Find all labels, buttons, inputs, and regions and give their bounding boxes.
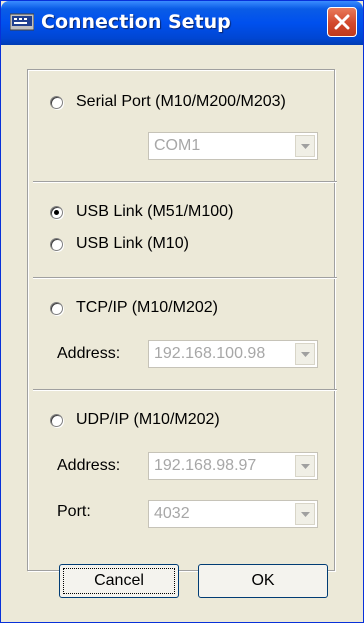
serial-port-value: COM1 — [154, 137, 201, 154]
close-button[interactable] — [327, 7, 357, 37]
usb-link-m51-radio[interactable]: USB Link (M51/M100) — [50, 203, 300, 225]
close-icon — [334, 14, 350, 30]
dropdown-button[interactable] — [295, 455, 315, 477]
udp-port-combo[interactable]: 4032 — [148, 500, 318, 528]
tcp-address-combo[interactable]: 192.168.100.98 — [148, 340, 318, 368]
separator — [33, 181, 337, 183]
title-bar[interactable]: Connection Setup — [1, 1, 363, 45]
cancel-button-label: Cancel — [94, 572, 144, 589]
tcp-ip-label: TCP/IP (M10/M202) — [76, 299, 218, 316]
chevron-down-icon — [301, 352, 310, 357]
dropdown-button[interactable] — [295, 343, 315, 365]
dropdown-button[interactable] — [295, 135, 315, 157]
udp-ip-radio-button[interactable] — [50, 414, 63, 427]
separator — [33, 277, 337, 279]
radio-selected-dot — [54, 210, 59, 215]
usb-link-m10-radio-button[interactable] — [50, 238, 63, 251]
udp-port-value: 4032 — [154, 505, 190, 522]
ok-button-label: OK — [251, 572, 275, 589]
tcp-address-value: 192.168.100.98 — [154, 345, 266, 362]
udp-address-value: 192.168.98.97 — [154, 457, 257, 474]
usb-link-m51-label: USB Link (M51/M100) — [76, 203, 234, 220]
dialog-body: Serial Port (M10/M200/M203) COM1 USB Lin… — [5, 45, 359, 620]
chevron-down-icon — [301, 464, 310, 469]
cancel-button[interactable]: Cancel — [59, 564, 179, 598]
dropdown-button[interactable] — [295, 503, 315, 525]
tcp-ip-radio-button[interactable] — [50, 302, 63, 315]
connection-setup-window: Connection Setup Serial Port (M10/M200/M… — [0, 0, 364, 623]
udp-ip-label: UDP/IP (M10/M202) — [76, 411, 220, 428]
network-app-icon — [9, 13, 35, 31]
udp-ip-radio[interactable]: UDP/IP (M10/M202) — [50, 411, 280, 433]
udp-address-label: Address: — [57, 457, 121, 474]
serial-port-combo[interactable]: COM1 — [148, 132, 318, 160]
serial-port-radio[interactable]: Serial Port (M10/M200/M203) — [50, 93, 340, 115]
serial-port-radio-button[interactable] — [50, 96, 63, 109]
chevron-down-icon — [301, 512, 310, 517]
udp-address-combo[interactable]: 192.168.98.97 — [148, 452, 318, 480]
ok-button[interactable]: OK — [198, 564, 328, 598]
chevron-down-icon — [301, 144, 310, 149]
udp-port-label: Port: — [57, 503, 91, 520]
usb-link-m51-radio-button[interactable] — [50, 206, 63, 219]
window-title: Connection Setup — [41, 11, 231, 33]
usb-link-m10-radio[interactable]: USB Link (M10) — [50, 235, 250, 257]
tcp-address-label: Address: — [57, 345, 121, 362]
separator — [33, 389, 337, 391]
serial-port-label: Serial Port (M10/M200/M203) — [76, 93, 286, 110]
tcp-ip-radio[interactable]: TCP/IP (M10/M202) — [50, 299, 280, 321]
usb-link-m10-label: USB Link (M10) — [76, 235, 189, 252]
